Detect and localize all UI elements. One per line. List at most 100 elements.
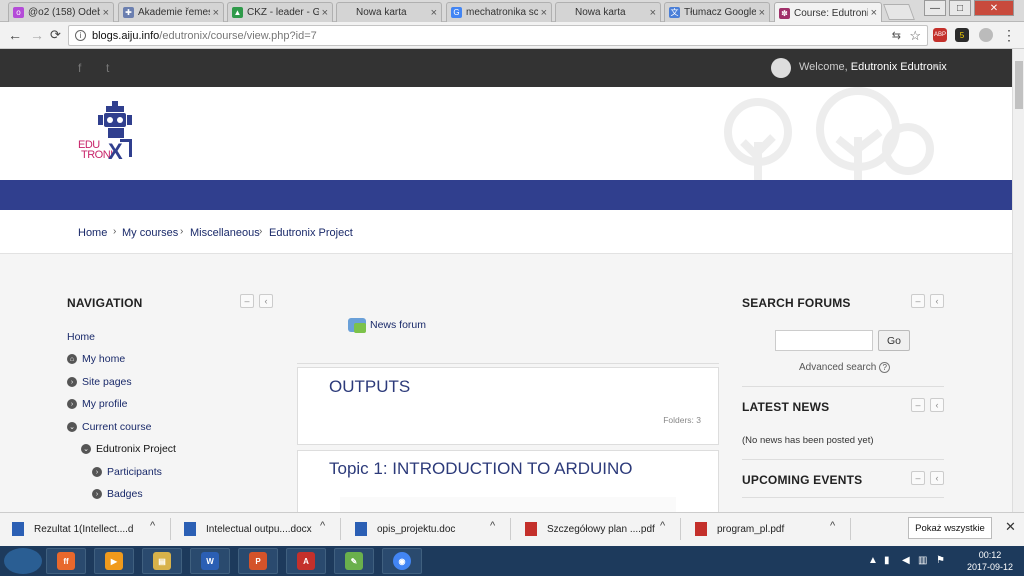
breadcrumb-separator: › [180, 226, 184, 237]
trees-decoration [724, 87, 934, 180]
advanced-search-link[interactable]: Advanced search ? [799, 362, 891, 373]
page-scrollbar[interactable] [1012, 49, 1024, 512]
taskbar-app[interactable]: A [286, 548, 326, 574]
dock-block-button[interactable]: ‹ [930, 294, 944, 308]
tray-volume-icon[interactable]: ◀ [902, 555, 910, 566]
nav-item[interactable]: › My profile [67, 398, 128, 410]
tab-close-icon[interactable]: × [871, 7, 877, 19]
reload-icon[interactable]: ⟳ [50, 27, 61, 43]
browser-tab[interactable]: ▲ CKZ - leader - Goo× [227, 2, 333, 22]
nav-item[interactable]: › Participants [92, 466, 162, 478]
browser-menu-icon[interactable]: ⋮ [1002, 27, 1016, 43]
new-tab-button[interactable] [883, 4, 915, 20]
nav-item[interactable]: ⌄ Current course [67, 421, 151, 433]
tray-network-icon[interactable]: ▥ [918, 555, 927, 566]
window-maximize-button[interactable]: □ [949, 0, 971, 16]
download-item[interactable]: doc opis_projektu.doc [355, 512, 455, 546]
system-clock[interactable]: 00:12 2017-09-12 [960, 549, 1020, 573]
twitter-icon[interactable]: t [106, 61, 109, 75]
tab-close-icon[interactable]: × [322, 7, 328, 19]
download-item[interactable]: pdf Szczegółowy plan ....pdf [525, 512, 655, 546]
extension-icon[interactable]: 5 [955, 28, 969, 42]
scrollbar-thumb[interactable] [1015, 61, 1023, 109]
translate-icon[interactable]: ⇆ [892, 29, 901, 42]
back-button[interactable]: ← [8, 27, 22, 43]
go-button[interactable]: Go [878, 330, 910, 351]
forward-button[interactable]: → [30, 27, 44, 43]
section-title[interactable]: Topic 1: INTRODUCTION TO ARDUINO [329, 459, 633, 479]
news-forum-link[interactable]: News forum [348, 318, 426, 333]
breadcrumb: Home › My courses › Miscellaneous › Edut… [0, 210, 1012, 254]
window-minimize-button[interactable]: — [924, 0, 946, 16]
tab-close-icon[interactable]: × [431, 7, 437, 19]
download-options-chevron-icon[interactable]: ^ [490, 520, 495, 532]
extension-circle-icon[interactable] [979, 28, 993, 42]
taskbar-app[interactable]: ◉ [382, 548, 422, 574]
nav-item[interactable]: Home [67, 331, 95, 343]
download-item[interactable]: pdf program_pl.pdf [695, 512, 784, 546]
nav-item[interactable]: ⌂ My home [67, 353, 125, 365]
dock-block-button[interactable]: ‹ [930, 398, 944, 412]
breadcrumb-my-courses[interactable]: My courses [122, 227, 178, 239]
download-item[interactable]: doc Rezultat 1(Intellect....d [12, 512, 134, 546]
collapse-block-button[interactable]: – [911, 471, 925, 485]
start-button[interactable] [4, 548, 42, 574]
download-options-chevron-icon[interactable]: ^ [660, 520, 665, 532]
search-forums-input[interactable] [775, 330, 873, 351]
browser-tab[interactable]: ✽ Course: Edutronix × [774, 2, 882, 23]
browser-tab[interactable]: 文 Tłumacz Google × [664, 2, 770, 22]
browser-tab[interactable]: ✚ Akademie řemesel× [118, 2, 224, 22]
download-options-chevron-icon[interactable]: ^ [830, 520, 835, 532]
dock-block-button[interactable]: ‹ [930, 471, 944, 485]
taskbar-app[interactable]: ff [46, 548, 86, 574]
facebook-icon[interactable]: f [78, 61, 81, 75]
info-icon[interactable]: i [75, 30, 86, 41]
taskbar-app[interactable]: W [190, 548, 230, 574]
tab-close-icon[interactable]: × [213, 7, 219, 19]
collapse-block-button[interactable]: – [240, 294, 254, 308]
tray-arrow-icon[interactable]: ▲ [868, 555, 878, 566]
collapse-block-button[interactable]: – [911, 294, 925, 308]
pdf-file-icon: pdf [525, 522, 537, 536]
tab-close-icon[interactable]: × [759, 7, 765, 19]
tray-battery-icon[interactable]: ▮ [884, 555, 890, 566]
clock-time: 00:12 [978, 550, 1002, 560]
adblock-icon[interactable]: ABP [933, 28, 947, 42]
browser-tab[interactable]: Nowa karta × [336, 2, 442, 22]
taskbar-app[interactable]: ✎ [334, 548, 374, 574]
nav-item[interactable]: › Badges [92, 488, 143, 500]
close-downloads-icon[interactable]: ✕ [1005, 519, 1016, 535]
tab-close-icon[interactable]: × [103, 7, 109, 19]
bookmark-star-icon[interactable]: ☆ [909, 28, 921, 44]
dock-block-button[interactable]: ‹ [259, 294, 273, 308]
nav-item[interactable]: › Site pages [67, 376, 132, 388]
chevron-down-icon[interactable]: ▾ [934, 61, 939, 72]
browser-tab[interactable]: Gmechatronika sch × [446, 2, 552, 22]
taskbar-app[interactable]: P [238, 548, 278, 574]
breadcrumb-current-course[interactable]: Edutronix Project [269, 227, 353, 239]
header-band [0, 180, 1012, 210]
avatar[interactable] [771, 58, 791, 78]
help-icon[interactable]: ? [879, 362, 891, 373]
show-all-downloads-button[interactable]: Pokaż wszystkie [908, 517, 992, 539]
breadcrumb-miscellaneous[interactable]: Miscellaneous [190, 227, 260, 239]
tab-close-icon[interactable]: × [541, 7, 547, 19]
section-title[interactable]: OUTPUTS [329, 377, 410, 397]
tab-favicon-icon [560, 7, 571, 18]
tab-close-icon[interactable]: × [650, 7, 656, 19]
download-options-chevron-icon[interactable]: ^ [320, 520, 325, 532]
user-menu[interactable]: Welcome, Edutronix Edutronix [799, 61, 947, 73]
tray-flag-icon[interactable]: ⚑ [936, 555, 945, 566]
collapse-block-button[interactable]: – [911, 398, 925, 412]
address-bar[interactable]: i blogs.aiju.info/edutronix/course/view.… [68, 25, 928, 46]
download-options-chevron-icon[interactable]: ^ [150, 520, 155, 532]
browser-tab[interactable]: o @o2 (158) Odebra× [8, 2, 114, 22]
download-item[interactable]: doc Intelectual outpu....docx [184, 512, 312, 546]
nav-item[interactable]: ⌄ Edutronix Project [81, 443, 176, 455]
taskbar-app[interactable]: ▤ [142, 548, 182, 574]
nav-item-icon: ⌄ [81, 444, 91, 454]
breadcrumb-home[interactable]: Home [78, 227, 107, 239]
taskbar-app[interactable]: ▶ [94, 548, 134, 574]
window-close-button[interactable]: ✕ [974, 0, 1014, 16]
browser-tab[interactable]: Nowa karta × [555, 2, 661, 22]
